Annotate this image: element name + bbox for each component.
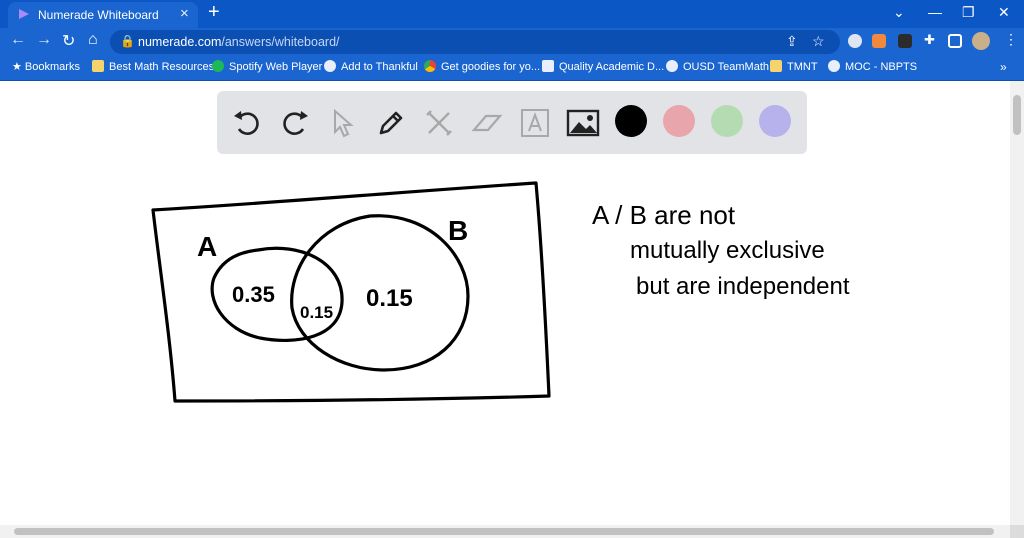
browser-toolbar: ← → ↻ ⌂ 🔒 numerade.com/answers/whiteboar…	[0, 28, 1024, 56]
color-swatch-purple[interactable]	[759, 105, 791, 137]
value-only-b: 0.15	[366, 285, 413, 312]
horizontal-scrollbar[interactable]	[0, 525, 1010, 538]
bookmark-goodies[interactable]: Get goodies for yo...	[424, 60, 540, 73]
forward-icon[interactable]: →	[36, 31, 52, 49]
folder-icon	[770, 60, 782, 72]
label-a: A	[197, 231, 217, 262]
browser-title-bar: Numerade Whiteboard × + ⌄ — ❐ ✕	[0, 0, 1024, 28]
color-swatch-green[interactable]	[711, 105, 743, 137]
browser-tab[interactable]: Numerade Whiteboard ×	[8, 2, 198, 28]
bookmark-thankful[interactable]: Add to Thankful	[324, 60, 418, 73]
address-bar[interactable]: 🔒 numerade.com/answers/whiteboard/ ⇪ ☆	[110, 30, 840, 54]
side-panel-icon[interactable]	[948, 34, 962, 48]
doc-icon	[542, 60, 554, 72]
whiteboard-toolbar	[217, 91, 807, 154]
bookmark-spotify[interactable]: Spotify Web Player	[212, 60, 322, 73]
select-cursor-icon[interactable]	[323, 103, 363, 143]
pen-icon[interactable]	[371, 103, 411, 143]
eraser-icon[interactable]	[467, 103, 507, 143]
note-line-2: mutually exclusive	[630, 237, 825, 264]
undo-icon[interactable]	[227, 103, 267, 143]
folder-icon	[92, 60, 104, 72]
text-tool-icon[interactable]	[515, 103, 555, 143]
bookmarks-bar: ★ Bookmarks Best Math Resources Spotify …	[0, 56, 1024, 81]
redo-icon[interactable]	[275, 103, 315, 143]
globe-icon	[324, 60, 336, 72]
tab-title: Numerade Whiteboard	[38, 8, 159, 22]
url-path: /answers/whiteboard/	[221, 35, 340, 49]
bookmark-moc[interactable]: MOC - NBPTS	[828, 60, 917, 73]
bookmark-best-math[interactable]: Best Math Resources	[92, 60, 214, 73]
vertical-scroll-thumb[interactable]	[1013, 95, 1021, 135]
scrollbar-corner	[1010, 525, 1024, 538]
bookmark-quality[interactable]: Quality Academic D...	[542, 60, 664, 73]
window-close-icon[interactable]: ✕	[998, 4, 1010, 21]
home-icon[interactable]: ⌂	[88, 31, 98, 49]
chevron-down-icon[interactable]: ⌄	[893, 4, 905, 21]
spotify-icon	[212, 60, 224, 72]
note-line-3: but are independent	[636, 273, 850, 300]
color-swatch-black[interactable]	[615, 105, 647, 137]
numerade-favicon-icon	[18, 8, 30, 23]
close-tab-icon[interactable]: ×	[180, 5, 189, 22]
reload-icon[interactable]: ↻	[62, 31, 75, 51]
color-swatch-pink[interactable]	[663, 105, 695, 137]
extension-icon[interactable]	[848, 34, 862, 48]
bookmark-bookmarks[interactable]: ★ Bookmarks	[12, 60, 80, 73]
horizontal-scroll-thumb[interactable]	[14, 528, 994, 535]
tools-icon[interactable]	[419, 103, 459, 143]
chrome-icon	[424, 60, 436, 72]
bookmark-star-icon[interactable]: ☆	[812, 33, 825, 50]
label-b: B	[448, 215, 468, 246]
value-only-a: 0.35	[232, 282, 275, 307]
star-icon: ★	[12, 61, 25, 73]
value-intersection: 0.15	[300, 303, 333, 322]
share-icon[interactable]: ⇪	[786, 33, 798, 50]
extension-orange-icon[interactable]	[872, 34, 886, 48]
wordpress-icon	[828, 60, 840, 72]
url-host: numerade.com	[138, 35, 222, 49]
vertical-scrollbar[interactable]	[1010, 81, 1024, 525]
bookmark-tmnt[interactable]: TMNT	[770, 60, 818, 73]
extension-dark-icon[interactable]	[898, 34, 912, 48]
restore-icon[interactable]: ❐	[962, 4, 975, 21]
new-tab-button[interactable]: +	[208, 1, 220, 24]
menu-icon[interactable]: ⋮	[1004, 31, 1018, 48]
globe-icon	[666, 60, 678, 72]
note-line-1: A / B are not	[592, 200, 736, 230]
more-bookmarks-icon[interactable]: »	[1000, 60, 1007, 74]
image-tool-icon[interactable]	[563, 103, 603, 143]
minimize-icon[interactable]: —	[928, 4, 942, 20]
avatar[interactable]	[972, 32, 990, 50]
lock-icon: 🔒	[120, 34, 135, 48]
back-icon[interactable]: ←	[10, 31, 26, 49]
puzzle-icon[interactable]: ✚	[924, 32, 938, 47]
bookmark-ousd[interactable]: OUSD TeamMath	[666, 60, 769, 73]
